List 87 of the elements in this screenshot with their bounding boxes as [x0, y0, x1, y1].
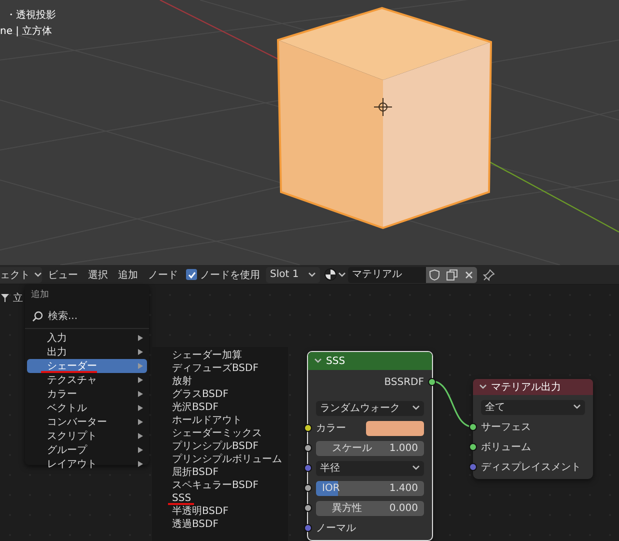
socket-label: サーフェス — [481, 421, 532, 434]
socket-dot[interactable] — [304, 504, 312, 512]
menu-item[interactable]: スペキュラーBSDF — [152, 479, 282, 492]
submenu-arrow-icon — [138, 363, 143, 369]
menu-item[interactable]: プリンシプルBSDF — [152, 440, 282, 453]
menu-item[interactable]: プリンシプルボリューム — [152, 453, 282, 466]
menu-item[interactable]: シェーダー加算 — [152, 349, 282, 362]
submenu-arrow-icon — [138, 447, 143, 453]
caret-icon — [34, 272, 42, 278]
menu-item[interactable]: 屈折BSDF — [152, 466, 282, 479]
caret-icon — [314, 358, 322, 364]
menu-item[interactable]: SSS — [152, 492, 282, 505]
menu-item[interactable]: 透過BSDF — [152, 518, 282, 531]
slot-dropdown[interactable]: Slot 1 — [266, 266, 320, 282]
menu-item[interactable]: 半透明BSDF — [152, 505, 282, 518]
viewport-info-text: ・透視投影 — [5, 8, 56, 23]
socket-label: ボリューム — [481, 441, 532, 454]
submenu-arrow-icon — [138, 419, 143, 425]
menu-item[interactable]: シェーダー — [27, 359, 147, 373]
menu-item[interactable]: グラスBSDF — [152, 388, 282, 401]
menu-item[interactable]: コンバーター — [27, 415, 147, 429]
socket-dot[interactable] — [469, 423, 477, 431]
socket-dot[interactable] — [304, 464, 312, 472]
search-field[interactable]: 検索... — [27, 307, 147, 325]
caret-icon — [338, 272, 346, 278]
pin-icon[interactable] — [481, 266, 497, 282]
submenu-arrow-icon — [138, 405, 143, 411]
viewport-info-text: ne | 立方体 — [0, 24, 54, 39]
socket-dot[interactable] — [469, 443, 477, 451]
submenu-arrow-icon — [138, 461, 143, 467]
material-name-field[interactable]: マテリアル — [348, 266, 428, 282]
menu-item[interactable]: テクスチャ — [27, 373, 147, 387]
caret-icon — [308, 272, 316, 278]
socket-dot[interactable] — [469, 463, 477, 471]
menu-item[interactable]: グループ — [27, 443, 147, 457]
menu-item[interactable]: ノード — [144, 266, 182, 282]
menu-item[interactable]: シェーダーミックス — [152, 427, 282, 440]
side-label: 立 — [13, 292, 23, 305]
menu-item[interactable]: ビュー — [44, 266, 82, 282]
menu-item[interactable]: 選択 — [84, 266, 112, 282]
dropdown[interactable]: 半径 — [316, 460, 424, 476]
material-sphere-icon — [324, 268, 337, 281]
color-swatch[interactable] — [366, 420, 424, 436]
socket-label: カラー — [316, 422, 347, 435]
number-field[interactable]: スケール 1.000 — [316, 440, 424, 456]
socket-dot[interactable] — [428, 378, 436, 386]
menu-item[interactable]: 追加 — [114, 266, 142, 282]
menu-item[interactable]: ベクトル — [27, 401, 147, 415]
socket-dot[interactable] — [304, 424, 312, 432]
menu-item[interactable]: ホールドアウト — [152, 414, 282, 427]
menu-item[interactable]: ディフューズBSDF — [152, 362, 282, 375]
socket-dot[interactable] — [304, 484, 312, 492]
menu-item[interactable]: スクリプト — [27, 429, 147, 443]
submenu-arrow-icon — [138, 377, 143, 383]
editor-type-dropdown[interactable]: ェクト — [0, 266, 42, 282]
node-header[interactable]: SSS — [308, 352, 432, 370]
caret-icon — [412, 465, 420, 471]
filter-icon — [0, 293, 10, 303]
material-browse-button[interactable] — [322, 266, 348, 282]
caret-icon — [412, 405, 420, 411]
checkbox[interactable] — [186, 269, 197, 280]
menu-item[interactable]: カラー — [27, 387, 147, 401]
menu-item[interactable]: 入力 — [27, 331, 147, 345]
search-icon — [32, 310, 43, 322]
submenu-arrow-icon — [138, 335, 143, 341]
submenu-arrow-icon — [138, 391, 143, 397]
origin-marker-icon — [374, 98, 392, 116]
number-field[interactable]: 異方性 0.000 — [316, 500, 424, 516]
submenu-arrow-icon — [138, 433, 143, 439]
menu-item[interactable]: レイアウト — [27, 457, 147, 471]
menu-item[interactable]: 放射 — [152, 375, 282, 388]
caret-icon — [479, 384, 487, 390]
menu-item[interactable]: 出力 — [27, 345, 147, 359]
menu-item[interactable]: 光沢BSDF — [152, 401, 282, 414]
caret-icon — [573, 404, 581, 410]
socket-dot[interactable] — [304, 524, 312, 532]
dropdown[interactable]: ランダムウォーク — [316, 400, 424, 416]
socket-label: BSSRDF — [384, 376, 424, 388]
search-placeholder: 検索... — [48, 310, 78, 323]
socket-dot[interactable] — [304, 444, 312, 452]
socket-label: ノーマル — [316, 522, 357, 535]
node-header[interactable]: マテリアル出力 — [473, 379, 593, 395]
checkbox-label: ノードを使用 — [200, 268, 260, 282]
dropdown[interactable]: 全て — [481, 400, 585, 414]
submenu-arrow-icon — [138, 349, 143, 355]
menu-title: 追加 — [30, 288, 50, 302]
socket-label: ディスプレイスメント — [481, 460, 582, 474]
